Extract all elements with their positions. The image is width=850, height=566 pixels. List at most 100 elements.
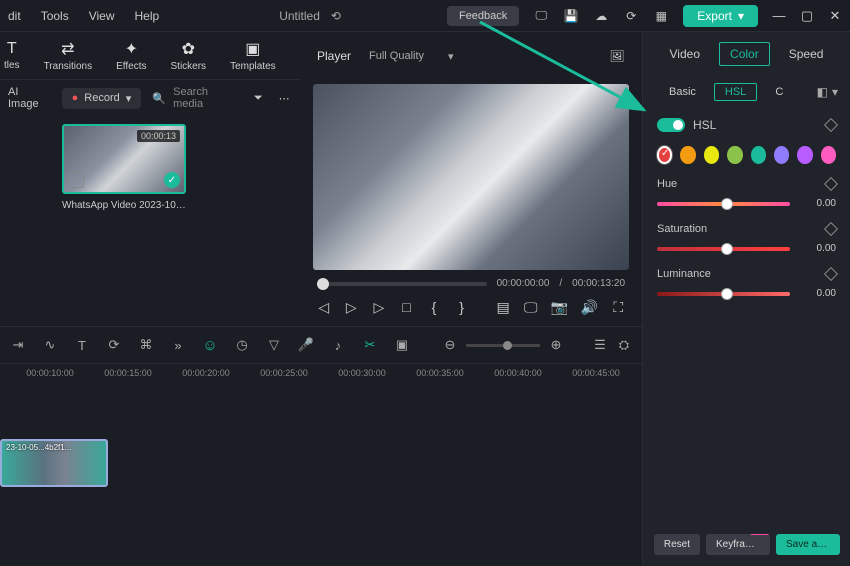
ai-image-button[interactable]: AI Image (8, 86, 52, 110)
subtab-curves[interactable]: C (765, 84, 793, 100)
mic-icon[interactable]: 🎤 (298, 337, 314, 353)
capture-icon[interactable]: 📷 (551, 299, 567, 315)
mode-transitions[interactable]: ⇄Transitions (44, 39, 93, 72)
slider-thumb[interactable] (721, 243, 733, 255)
luminance-slider[interactable] (657, 292, 790, 296)
filter-icon[interactable]: ⏷ (250, 90, 266, 106)
zoom-in-icon[interactable]: ⊕ (548, 337, 564, 353)
speed-icon[interactable]: ◷ (234, 337, 250, 353)
timeline-clip[interactable]: 23-10-05...4b2f1... (0, 439, 108, 487)
save-preset-button[interactable]: Save as cu... (776, 534, 840, 555)
swatch-red[interactable] (657, 146, 672, 164)
menu-help[interactable]: Help (135, 9, 160, 23)
export-button[interactable]: Export▾ (683, 5, 758, 27)
zoom-out-icon[interactable]: ⊖ (442, 337, 458, 353)
expand-icon[interactable]: » (170, 337, 186, 353)
audio-wave-icon[interactable]: ∿ (42, 337, 58, 353)
subtab-hsl[interactable]: HSL (714, 83, 757, 101)
swatch-purple[interactable] (774, 146, 789, 164)
play-out-icon[interactable]: ▷ (372, 299, 386, 315)
undo-icon[interactable]: ⟲ (328, 8, 344, 24)
list-view-icon[interactable]: ☰ (592, 337, 608, 353)
text-tool-icon[interactable]: T (74, 337, 90, 353)
slider-thumb[interactable] (721, 198, 733, 210)
saturation-slider[interactable] (657, 247, 790, 251)
mode-titles[interactable]: Ttles (4, 40, 20, 71)
keyframe-panel-button[interactable]: Keyframe P...BETA (706, 534, 770, 555)
mode-templates[interactable]: ▣Templates (230, 39, 276, 72)
slider-thumb[interactable] (721, 288, 733, 300)
chevron-down-icon[interactable]: ▾ (832, 85, 838, 99)
feedback-button[interactable]: Feedback (447, 6, 519, 26)
video-preview[interactable] (313, 84, 629, 270)
monitor-icon[interactable]: 🖵 (533, 8, 549, 24)
cloud-icon[interactable]: ☁ (593, 8, 609, 24)
tab-video[interactable]: Video (660, 43, 710, 65)
swatch-orange[interactable] (680, 146, 695, 164)
menu-edit[interactable]: dit (8, 9, 21, 23)
mode-effects[interactable]: ✦Effects (116, 39, 146, 72)
subtab-basic[interactable]: Basic (659, 84, 706, 100)
ruler-tick: 00:00:20:00 (182, 368, 230, 378)
mark-out-icon[interactable]: } (455, 299, 469, 315)
stop-icon[interactable]: □ (400, 299, 414, 315)
current-time: 00:00:00:00 (497, 278, 550, 289)
hsl-toggle[interactable] (657, 118, 685, 132)
split-icon[interactable]: ✂ (362, 337, 378, 353)
scrubber-thumb[interactable] (317, 278, 329, 290)
settings-icon[interactable]: ⛭ (616, 337, 632, 353)
keyframe-diamond-icon[interactable] (824, 267, 838, 281)
swatch-yellow[interactable] (704, 146, 719, 164)
record-button[interactable]: ●Record▾ (62, 88, 142, 109)
refresh-icon[interactable]: ⟳ (623, 8, 639, 24)
marker-icon[interactable]: ▽ (266, 337, 282, 353)
search-icon[interactable]: 🔍 (151, 90, 167, 106)
music-icon[interactable]: ♪ (330, 337, 346, 353)
more-icon[interactable]: ⋯ (276, 90, 292, 106)
trim-icon[interactable]: ⇥ (10, 337, 26, 353)
maximize-icon[interactable]: ▢ (800, 9, 814, 23)
transitions-icon: ⇄ (61, 39, 74, 59)
swatch-teal[interactable] (751, 146, 766, 164)
face-icon[interactable]: ☺ (202, 337, 218, 353)
mark-in-icon[interactable]: { (427, 299, 441, 315)
fullscreen-icon[interactable]: ⛶ (611, 299, 625, 315)
inspector-panel: Video Color Speed Basic HSL C ◧▾ HSL Hue… (642, 32, 850, 566)
crop-icon[interactable]: ▣ (394, 337, 410, 353)
reset-button[interactable]: Reset (654, 534, 700, 555)
hue-slider[interactable] (657, 202, 790, 206)
hue-value: 0.00 (800, 198, 836, 209)
volume-icon[interactable]: 🔊 (581, 299, 597, 315)
timeline-ruler[interactable]: 00:00:10:0000:00:15:0000:00:20:0000:00:2… (0, 363, 642, 391)
swatch-magenta[interactable] (821, 146, 836, 164)
save-icon[interactable]: 💾 (563, 8, 579, 24)
scrubber[interactable] (317, 282, 487, 286)
link-icon[interactable]: ⌘ (138, 337, 154, 353)
compare-icon[interactable]: ◧ (817, 85, 828, 99)
minimize-icon[interactable]: — (772, 9, 786, 23)
play-icon[interactable]: ▷ (345, 299, 359, 315)
tab-speed[interactable]: Speed (779, 43, 834, 65)
close-icon[interactable]: ✕ (828, 9, 842, 23)
ruler-tick: 00:00:15:00 (104, 368, 152, 378)
ratio-icon[interactable]: ▤ (496, 299, 510, 315)
grid-icon[interactable]: ▦ (653, 8, 669, 24)
swatch-violet[interactable] (797, 146, 812, 164)
menu-view[interactable]: View (89, 9, 115, 23)
search-input[interactable]: Search media (173, 86, 240, 110)
keyframe-diamond-icon[interactable] (824, 222, 838, 236)
swatch-green[interactable] (727, 146, 742, 164)
prev-frame-icon[interactable]: ◁ (317, 299, 331, 315)
media-thumbnail[interactable]: 00:00:13 ✓ (62, 124, 186, 194)
quality-select[interactable]: Full Quality▾ (369, 50, 454, 63)
display-icon[interactable]: 🖵 (524, 299, 538, 315)
timeline-tracks[interactable]: 23-10-05...4b2f1... (0, 391, 642, 561)
zoom-slider[interactable] (466, 344, 540, 347)
keyframe-diamond-icon[interactable] (824, 177, 838, 191)
menu-tools[interactable]: Tools (41, 9, 69, 23)
tab-color[interactable]: Color (719, 42, 770, 66)
rotate-icon[interactable]: ⟳ (106, 337, 122, 353)
mode-stickers[interactable]: ✿Stickers (171, 39, 207, 72)
snapshot-icon[interactable]: 🖼 (609, 48, 625, 64)
keyframe-diamond-icon[interactable] (824, 118, 838, 132)
